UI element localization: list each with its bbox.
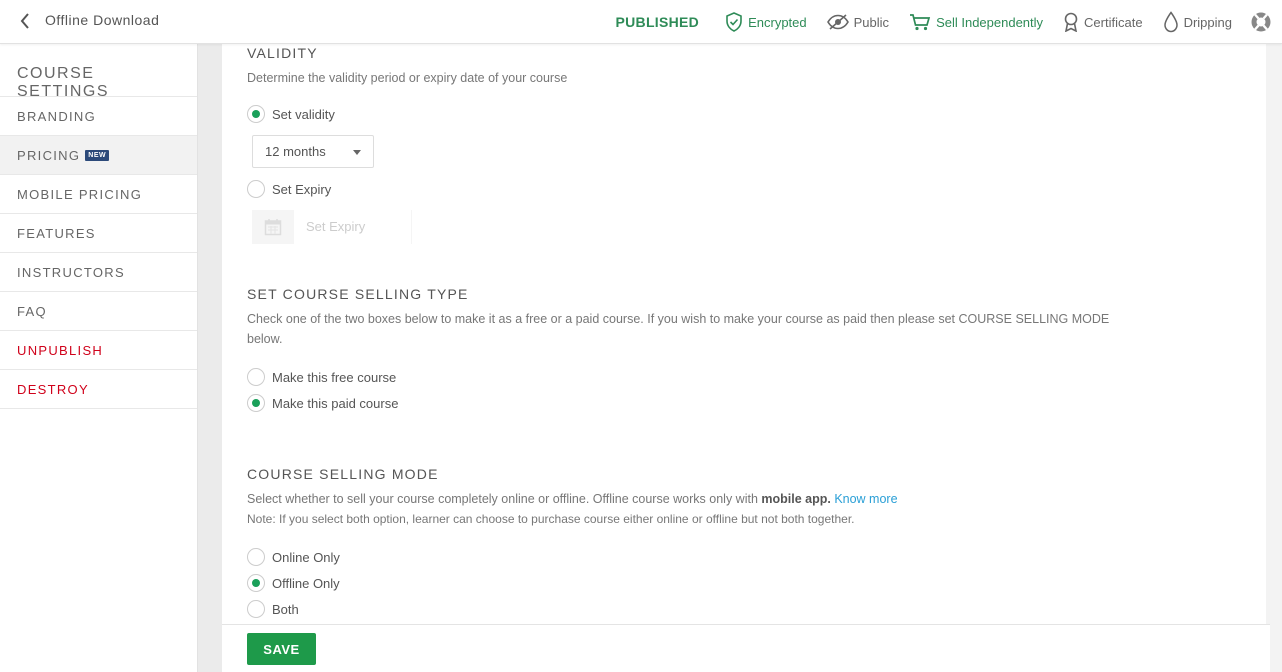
sidebar-item-label: DESTROY xyxy=(17,381,89,397)
both-radio[interactable]: Both xyxy=(247,600,299,618)
radio-button[interactable] xyxy=(247,105,265,123)
dripping-status[interactable]: Dripping xyxy=(1163,11,1232,33)
online-only-radio[interactable]: Online Only xyxy=(247,548,340,566)
online-only-label: Online Only xyxy=(272,549,340,565)
expiry-date-input: Set Expiry xyxy=(294,210,412,244)
know-more-link[interactable]: Know more xyxy=(834,492,897,506)
selling-mode-description: Select whether to sell your course compl… xyxy=(247,489,1147,509)
sidebar-item-branding[interactable]: BRANDING xyxy=(0,97,197,136)
calendar-icon xyxy=(252,210,294,244)
caret-down-icon xyxy=(353,150,361,155)
dripping-label: Dripping xyxy=(1183,14,1232,30)
new-badge: NEW xyxy=(85,149,110,161)
public-label: Public xyxy=(853,14,890,30)
offline-only-radio[interactable]: Offline Only xyxy=(247,574,340,592)
validity-title: VALIDITY xyxy=(247,45,318,61)
sidebar-item-label: INSTRUCTORS xyxy=(17,264,125,280)
expiry-date-picker: Set Expiry xyxy=(252,210,412,244)
eye-slash-icon xyxy=(826,14,849,30)
scrollbar-track[interactable] xyxy=(1266,44,1282,672)
offline-only-label: Offline Only xyxy=(272,575,340,591)
selling-mode-title: COURSE SELLING MODE xyxy=(247,466,439,482)
validity-period-value: 12 months xyxy=(265,144,326,159)
top-bar: Offline Download PUBLISHED Encrypted Pub… xyxy=(0,0,1282,44)
sidebar-item-label: UNPUBLISH xyxy=(17,342,104,358)
set-expiry-radio[interactable]: Set Expiry xyxy=(247,180,331,198)
sell-independently-status[interactable]: Sell Independently xyxy=(909,13,1043,31)
validity-description: Determine the validity period or expiry … xyxy=(247,71,568,85)
free-course-label: Make this free course xyxy=(272,369,397,385)
published-status: PUBLISHED xyxy=(615,14,700,30)
sidebar-item-label: PRICING xyxy=(17,147,81,163)
cart-icon xyxy=(910,14,931,31)
both-label: Both xyxy=(272,601,299,617)
radio-button[interactable] xyxy=(247,600,265,618)
certificate-status[interactable]: Certificate xyxy=(1063,12,1143,32)
sidebar-item-faq[interactable]: FAQ xyxy=(0,292,197,331)
sidebar-item-features[interactable]: FEATURES xyxy=(0,214,197,253)
settings-sidebar: COURSE SETTINGS BRANDING PRICING NEW MOBI… xyxy=(0,44,198,672)
ribbon-icon xyxy=(1064,12,1078,32)
sell-independently-label: Sell Independently xyxy=(936,14,1044,30)
sidebar-item-unpublish[interactable]: UNPUBLISH xyxy=(0,331,197,370)
public-status[interactable]: Public xyxy=(826,14,890,30)
help-lifebuoy-icon[interactable] xyxy=(1250,11,1272,33)
save-button[interactable]: SAVE xyxy=(247,633,316,665)
set-validity-radio[interactable]: Set validity xyxy=(247,105,335,123)
set-validity-label: Set validity xyxy=(272,106,335,122)
sidebar-item-label: FAQ xyxy=(17,303,47,319)
selling-mode-note: Note: If you select both option, learner… xyxy=(247,512,855,526)
sidebar-item-label: FEATURES xyxy=(17,225,96,241)
selling-mode-description-text: Select whether to sell your course compl… xyxy=(247,492,762,506)
shield-check-icon xyxy=(726,12,742,32)
encrypted-label: Encrypted xyxy=(748,14,807,30)
mobile-app-text: mobile app. xyxy=(761,492,831,506)
back-arrow-icon[interactable] xyxy=(14,10,36,32)
validity-period-select[interactable]: 12 months xyxy=(252,135,374,168)
drop-icon xyxy=(1163,11,1178,33)
pricing-content: VALIDITY Determine the validity period o… xyxy=(222,44,1266,672)
status-bar: PUBLISHED Encrypted Public Sell Independ… xyxy=(615,0,1272,44)
paid-course-radio[interactable]: Make this paid course xyxy=(247,394,398,412)
sidebar-item-label: BRANDING xyxy=(17,108,97,124)
encrypted-status[interactable]: Encrypted xyxy=(725,12,807,32)
radio-button[interactable] xyxy=(247,574,265,592)
footer-bar: SAVE xyxy=(222,624,1270,672)
sidebar-item-instructors[interactable]: INSTRUCTORS xyxy=(0,253,197,292)
radio-button[interactable] xyxy=(247,368,265,386)
paid-course-label: Make this paid course xyxy=(272,395,399,411)
certificate-label: Certificate xyxy=(1084,14,1143,30)
course-title: Offline Download xyxy=(45,12,160,28)
radio-button[interactable] xyxy=(247,180,265,198)
sidebar-item-destroy[interactable]: DESTROY xyxy=(0,370,197,409)
sidebar-item-pricing[interactable]: PRICING NEW xyxy=(0,136,197,175)
sidebar-item-label: MOBILE PRICING xyxy=(17,186,143,202)
radio-button[interactable] xyxy=(247,394,265,412)
set-expiry-label: Set Expiry xyxy=(272,181,332,197)
radio-button[interactable] xyxy=(247,548,265,566)
selling-type-description: Check one of the two boxes below to make… xyxy=(247,312,1110,346)
sidebar-item-mobile-pricing[interactable]: MOBILE PRICING xyxy=(0,175,197,214)
sidebar-heading: COURSE SETTINGS xyxy=(0,44,197,100)
free-course-radio[interactable]: Make this free course xyxy=(247,368,396,386)
selling-type-title: SET COURSE SELLING TYPE xyxy=(247,286,469,302)
